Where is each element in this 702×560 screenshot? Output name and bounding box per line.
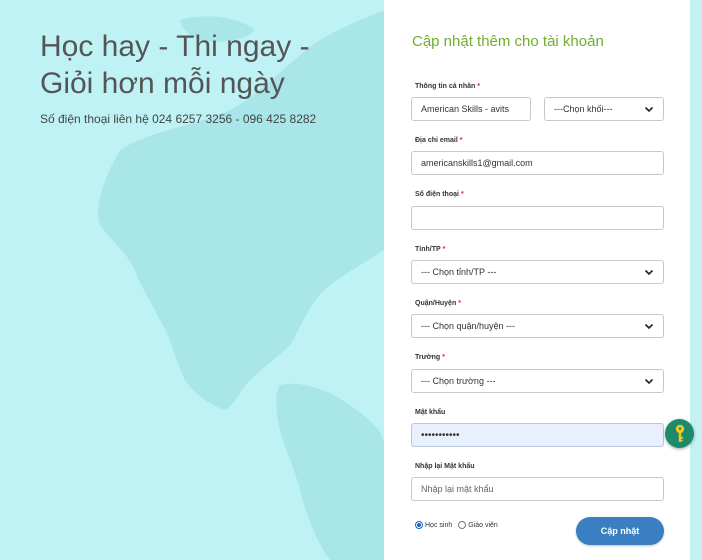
chevron-down-icon — [644, 269, 654, 276]
chevron-down-icon — [644, 378, 654, 385]
school-label: Trường * — [415, 354, 445, 361]
province-label: Tỉnh/TP * — [415, 246, 446, 253]
student-radio[interactable] — [415, 521, 423, 529]
phone-field[interactable] — [411, 206, 664, 230]
role-radio-group: Học sinh Giáo viên — [415, 521, 504, 529]
email-label: Địa chỉ email * — [415, 137, 463, 144]
key-icon — [675, 424, 684, 442]
right-background-strip — [690, 0, 702, 560]
email-field[interactable]: americanskills1@gmail.com — [411, 151, 664, 175]
role-student-option[interactable]: Học sinh — [415, 521, 452, 529]
contact-phone: Số điện thoại liên hệ 024 6257 3256 - 09… — [40, 112, 317, 126]
student-label: Học sinh — [425, 521, 453, 529]
district-select[interactable]: --- Chọn quận/huyện --- — [411, 314, 664, 338]
hero-title: Học hay - Thi ngay - Giỏi hơn mỗi ngày — [40, 30, 310, 100]
confirm-password-field[interactable]: Nhập lại mật khẩu — [411, 477, 664, 501]
school-select[interactable]: --- Chọn trường --- — [411, 369, 664, 393]
personal-info-label: Thông tin cá nhân * — [415, 83, 481, 90]
account-update-form: Cập nhật thêm cho tài khoản Thông tin cá… — [384, 0, 690, 560]
form-title: Cập nhật thêm cho tài khoản — [412, 33, 604, 50]
chevron-down-icon — [644, 106, 654, 113]
role-teacher-option[interactable]: Giáo viên — [458, 521, 498, 529]
chevron-down-icon — [644, 323, 654, 330]
district-label: Quận/Huyện * — [415, 300, 461, 307]
teacher-radio[interactable] — [458, 521, 467, 529]
password-label: Mật khẩu — [415, 409, 446, 416]
confirm-password-label: Nhập lại Mật khẩu — [415, 463, 475, 470]
password-field[interactable]: ••••••••••• — [411, 423, 664, 447]
hero-section: Học hay - Thi ngay - Giỏi hơn mỗi ngày S… — [40, 28, 360, 126]
grade-select[interactable]: ---Chọn khối--- — [544, 97, 664, 121]
teacher-label: Giáo viên — [468, 521, 498, 529]
name-field[interactable]: American Skills - avits — [411, 97, 531, 121]
password-manager-button[interactable] — [665, 419, 694, 448]
phone-label: Số điện thoại * — [415, 191, 464, 198]
province-select[interactable]: --- Chọn tỉnh/TP --- — [411, 260, 664, 284]
update-button[interactable]: Cập nhật — [576, 517, 664, 545]
